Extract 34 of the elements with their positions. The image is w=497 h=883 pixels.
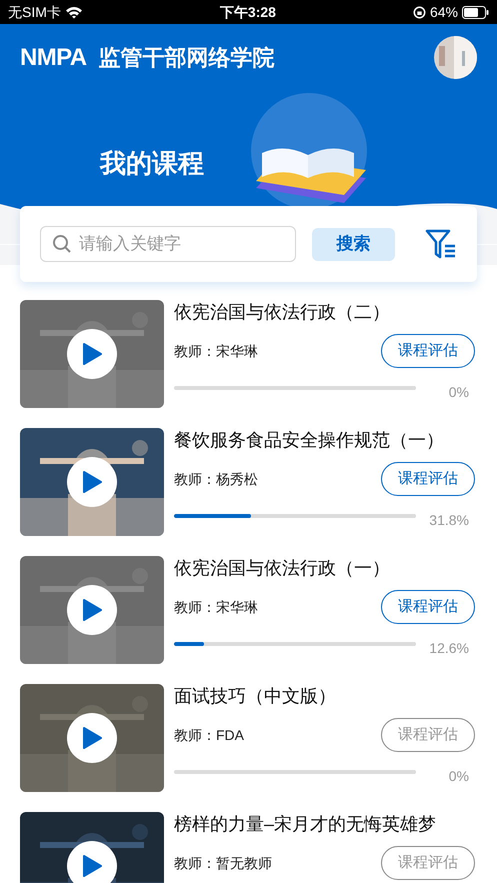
teacher-name: 教师：宋华琳: [174, 342, 258, 360]
logo: NMPA: [20, 42, 86, 72]
teacher-name: 教师：宋华琳: [174, 598, 258, 616]
progress-percent: 12.6%: [429, 639, 470, 658]
play-icon: [82, 599, 102, 621]
progress-percent: 0%: [448, 767, 470, 786]
search-icon: [52, 234, 72, 254]
battery-icon: [462, 6, 489, 18]
battery-percent: 64%: [430, 2, 458, 22]
teacher-name: 教师：杨秀松: [174, 470, 258, 488]
banner-title: 我的课程: [100, 146, 204, 180]
search-button[interactable]: 搜索: [312, 228, 395, 260]
progress-percent: 31.8%: [429, 511, 470, 530]
evaluate-button[interactable]: 课程评估: [381, 462, 475, 496]
search-field[interactable]: 请输入关键字: [40, 226, 296, 262]
play-icon: [82, 471, 102, 493]
wifi-icon: [64, 6, 83, 18]
progress-percent: 0%: [448, 383, 470, 402]
evaluate-button[interactable]: 课程评估: [381, 590, 475, 624]
play-icon: [82, 855, 102, 877]
evaluate-button[interactable]: 课程评估: [381, 334, 475, 368]
teacher-name: 教师：暂无教师: [174, 854, 272, 872]
filter-icon[interactable]: [425, 229, 457, 259]
course-title[interactable]: 餐饮服务食品安全操作规范（一）: [174, 428, 477, 452]
play-icon: [82, 343, 102, 365]
app-title: 监管干部网络学院: [98, 44, 274, 72]
course-title[interactable]: 依宪治国与依法行政（二）: [174, 300, 477, 324]
status-time: 下午3:28: [220, 2, 276, 22]
play-icon: [82, 727, 102, 749]
carrier: 无SIM卡: [8, 2, 61, 22]
course-title[interactable]: 依宪治国与依法行政（一）: [174, 556, 477, 580]
avatar[interactable]: [434, 36, 477, 79]
teacher-name: 教师：FDA: [174, 726, 244, 744]
rotation-lock-icon: [412, 6, 426, 18]
